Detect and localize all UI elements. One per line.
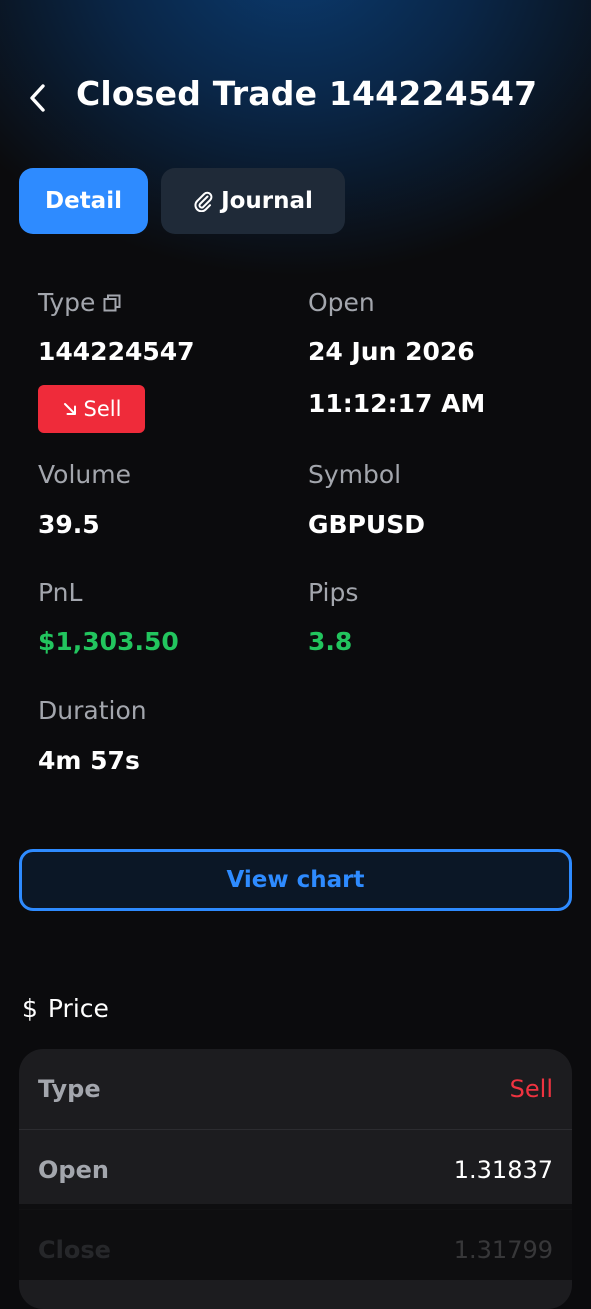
price-row-label: Type <box>38 1075 101 1103</box>
price-row-open: Open 1.31837 <box>19 1129 572 1209</box>
volume-label: Volume <box>38 460 131 489</box>
duration-value: 4m 57s <box>38 746 140 775</box>
price-row-value: 1.31799 <box>453 1235 553 1264</box>
pips-label: Pips <box>308 578 359 607</box>
open-time-value: 11:12:17 AM <box>308 389 486 418</box>
price-row-value: 1.31837 <box>453 1155 553 1184</box>
open-label: Open <box>308 288 375 317</box>
tab-journal[interactable]: Journal <box>161 168 345 234</box>
symbol-value: GBPUSD <box>308 510 425 539</box>
price-row-close: Close 1.31799 <box>19 1209 572 1289</box>
volume-value: 39.5 <box>38 510 100 539</box>
sell-badge-label: Sell <box>83 397 122 421</box>
pnl-label: PnL <box>38 578 83 607</box>
dollar-icon: $ <box>22 994 38 1023</box>
pips-value: 3.8 <box>308 627 353 656</box>
tab-journal-label: Journal <box>221 188 313 214</box>
pnl-value: $1,303.50 <box>38 627 179 656</box>
back-button[interactable] <box>18 78 58 118</box>
price-row-label: Close <box>38 1235 111 1264</box>
tab-detail-label: Detail <box>45 188 122 214</box>
tab-bar: Detail Journal <box>19 168 345 234</box>
price-section-label: Price <box>47 994 109 1023</box>
price-section-title: $ Price <box>22 994 109 1023</box>
price-row-type: Type Sell <box>19 1049 572 1129</box>
type-label: Type <box>38 288 121 317</box>
page-title: Closed Trade 144224547 <box>76 74 538 113</box>
tab-detail[interactable]: Detail <box>19 168 148 234</box>
price-card: Type Sell Open 1.31837 Close 1.31799 <box>19 1049 572 1309</box>
arrow-down-right-icon <box>63 403 76 415</box>
price-row-label: Open <box>38 1155 109 1184</box>
type-label-text: Type <box>38 288 96 317</box>
view-chart-button[interactable]: View chart <box>19 849 572 911</box>
copy-icon[interactable] <box>103 294 121 312</box>
chevron-left-icon <box>30 84 45 112</box>
open-date-value: 24 Jun 2026 <box>308 337 475 366</box>
symbol-label: Symbol <box>308 460 402 489</box>
price-row-value: Sell <box>509 1075 553 1103</box>
paperclip-icon <box>194 191 213 212</box>
trade-id-value: 144224547 <box>38 337 195 366</box>
sell-badge: Sell <box>38 385 145 433</box>
duration-label: Duration <box>38 696 147 725</box>
header: Closed Trade 144224547 <box>0 64 591 130</box>
view-chart-label: View chart <box>226 867 365 893</box>
